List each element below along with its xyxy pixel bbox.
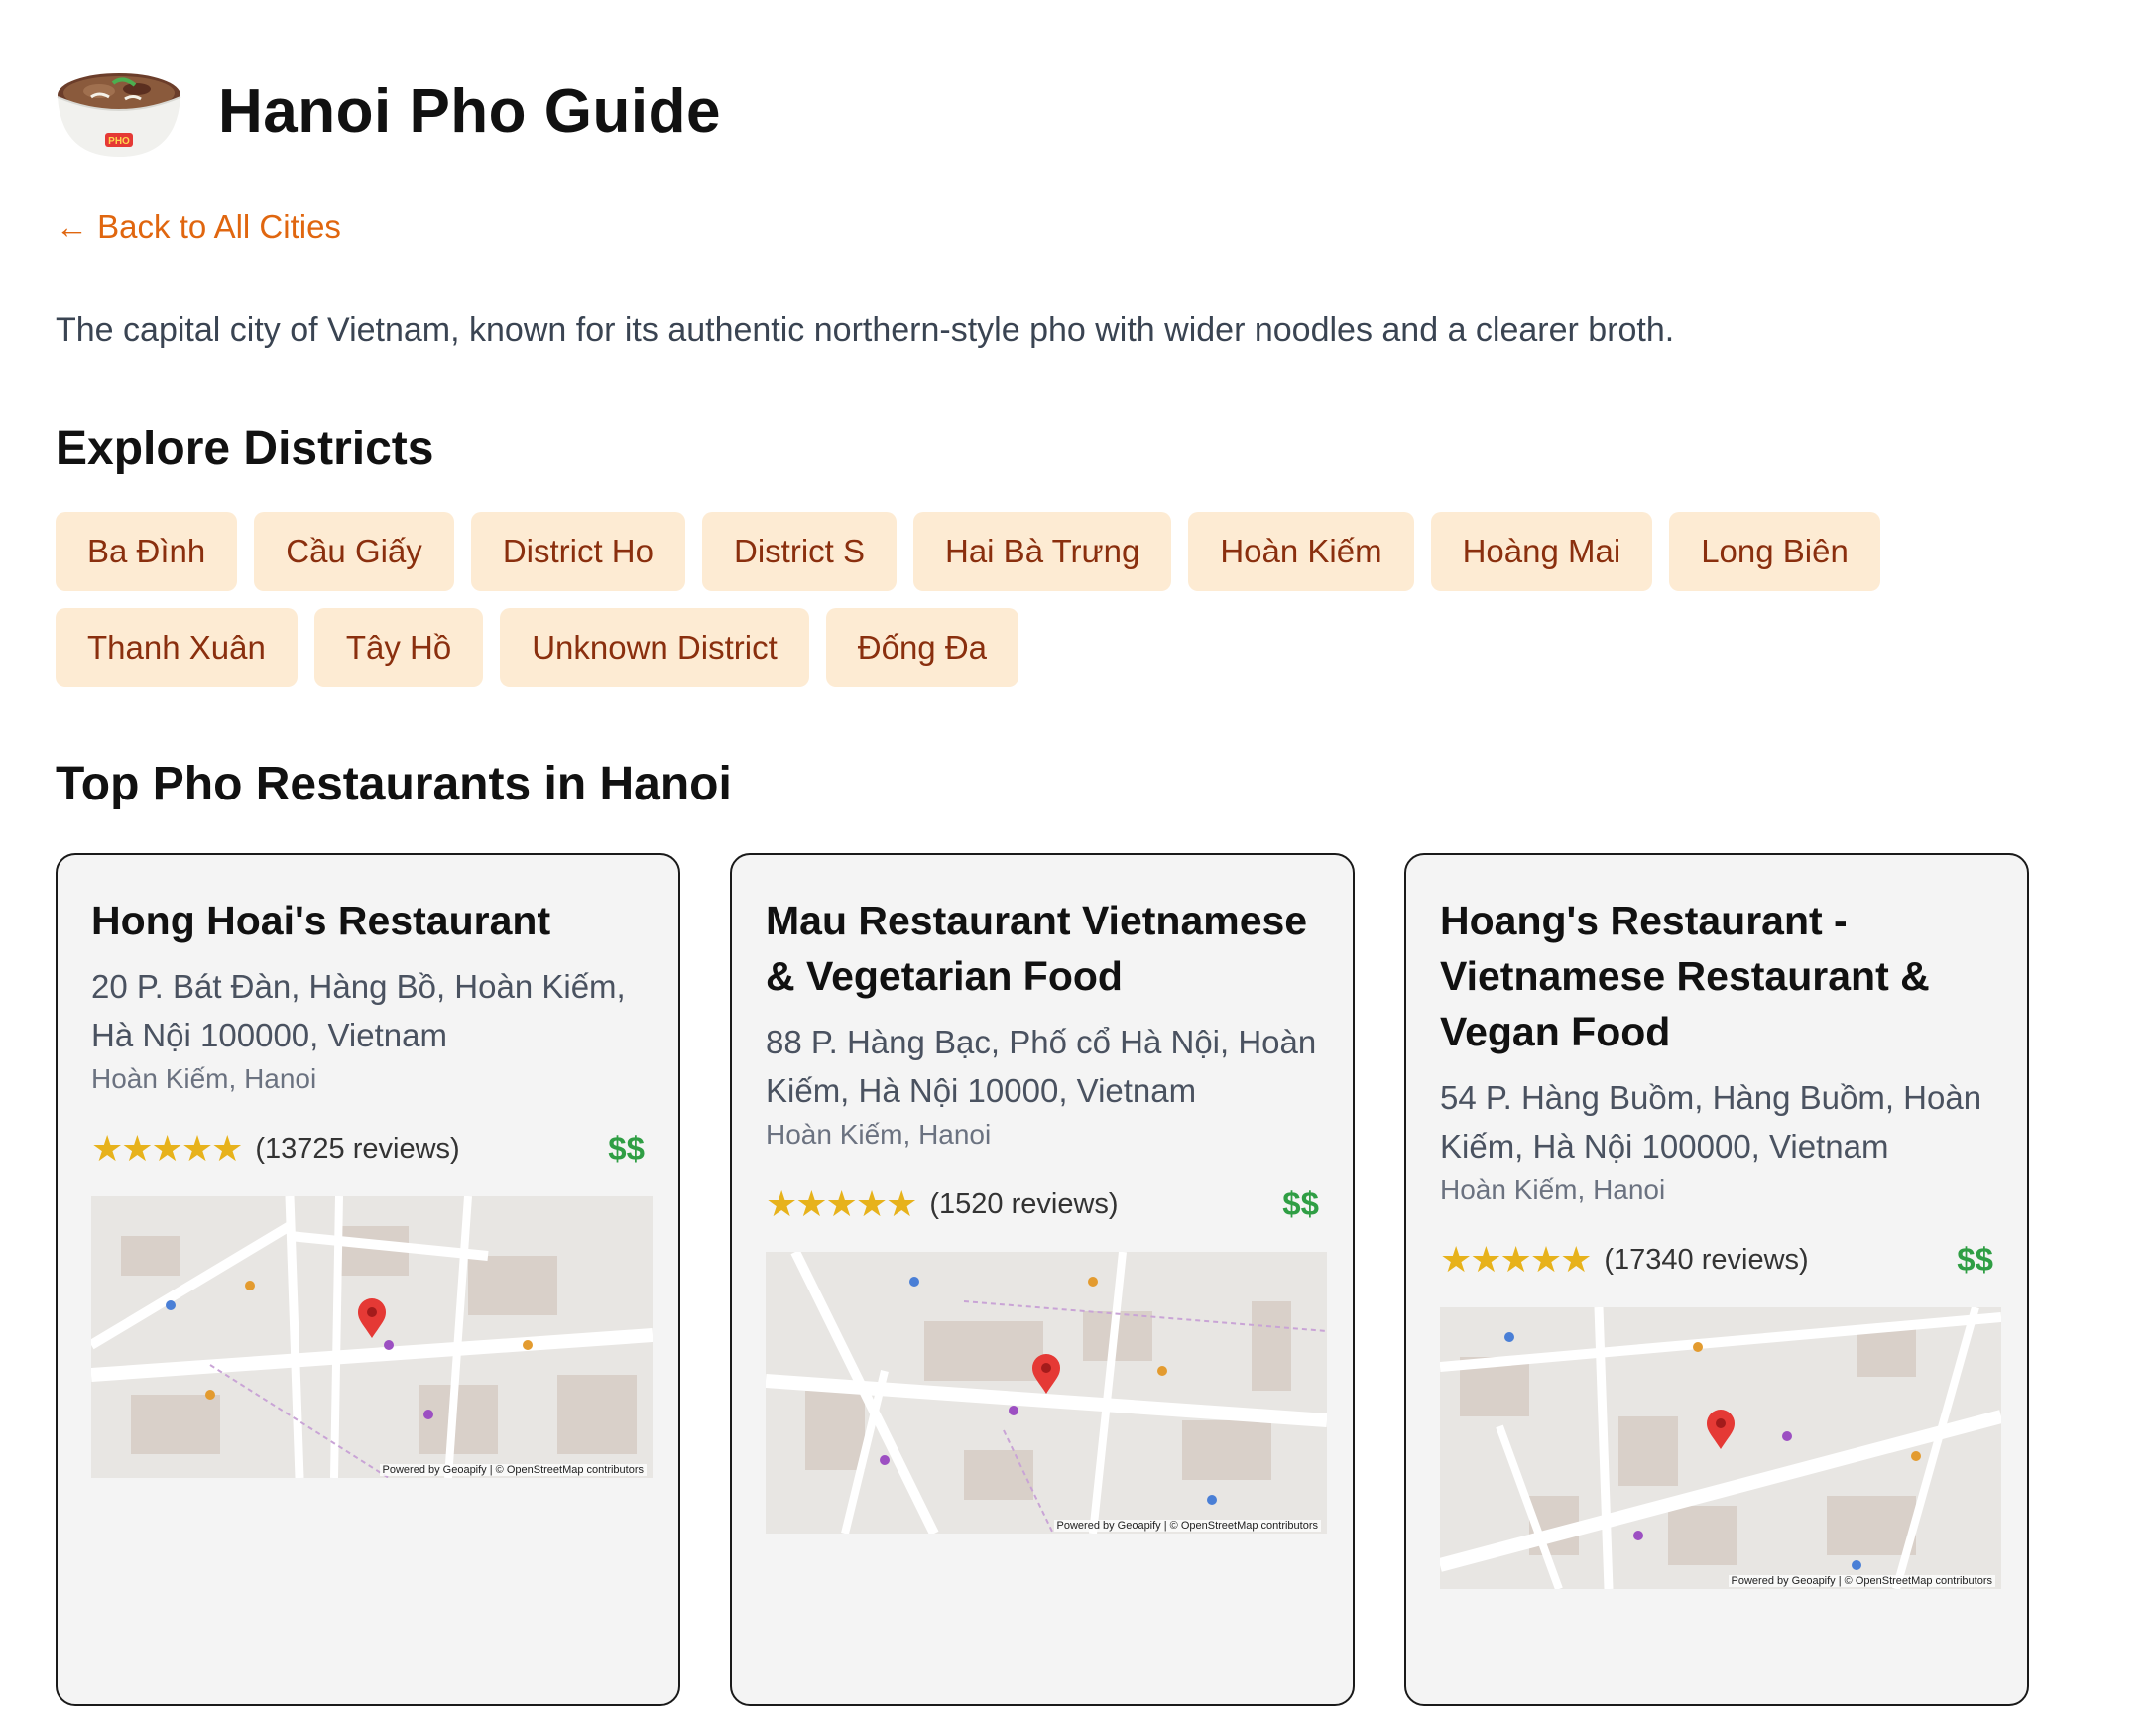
page: PHO Hanoi Pho Guide ← Back to All Cities…: [0, 61, 2156, 1706]
district-chip-tay-ho[interactable]: Tây Hồ: [313, 608, 484, 687]
restaurant-area: Hoàn Kiếm, Hanoi: [91, 1063, 317, 1094]
price-level: $$: [608, 1130, 645, 1167]
star-rating-icon: ★★★★★: [766, 1183, 917, 1224]
restaurant-meta: ★★★★★ (17340 reviews) $$: [1440, 1239, 1993, 1280]
price-level: $$: [1282, 1185, 1319, 1222]
map-attribution: Powered by Geoapify | © OpenStreetMap co…: [1053, 1520, 1321, 1532]
map-attribution: Powered by Geoapify | © OpenStreetMap co…: [1728, 1575, 1995, 1587]
back-to-cities-link[interactable]: ← Back to All Cities: [56, 208, 341, 246]
restaurant-area: Hoàn Kiếm, Hanoi: [1440, 1174, 1666, 1205]
svg-text:PHO: PHO: [108, 136, 130, 147]
review-count: (17340 reviews): [1604, 1243, 1809, 1276]
restaurant-list: Hong Hoai's Restaurant 20 P. Bát Đàn, Hà…: [56, 853, 2156, 1706]
restaurant-address: 54 P. Hàng Buồm, Hàng Buồm, Hoàn Kiếm, H…: [1440, 1079, 1982, 1165]
restaurant-meta: ★★★★★ (13725 reviews) $$: [91, 1128, 645, 1168]
restaurant-name[interactable]: Mau Restaurant Vietnamese & Vegetarian F…: [766, 893, 1319, 1004]
header: PHO Hanoi Pho Guide: [56, 61, 2156, 161]
page-title: Hanoi Pho Guide: [218, 76, 721, 146]
restaurants-heading: Top Pho Restaurants in Hanoi: [56, 758, 732, 810]
restaurant-meta: ★★★★★ (1520 reviews) $$: [766, 1183, 1319, 1224]
map-image: [91, 1196, 653, 1478]
district-chip-district-s[interactable]: District S: [702, 512, 897, 591]
district-chip-hoan-kiem[interactable]: Hoàn Kiếm: [1188, 512, 1414, 591]
district-chip-dong-da[interactable]: Đống Đa: [825, 608, 1019, 687]
district-chip-unknown[interactable]: Unknown District: [500, 608, 809, 687]
restaurant-area: Hoàn Kiếm, Hanoi: [766, 1119, 992, 1150]
map-image: [1440, 1307, 2001, 1589]
restaurant-card[interactable]: Hoang's Restaurant - Vietnamese Restaura…: [1404, 853, 2029, 1706]
price-level: $$: [1957, 1241, 1993, 1278]
map-image: [766, 1252, 1327, 1534]
pho-bowl-logo: PHO: [57, 73, 181, 157]
district-chip-hoang-mai[interactable]: Hoàng Mai: [1430, 512, 1653, 591]
map-attribution: Powered by Geoapify | © OpenStreetMap co…: [379, 1464, 647, 1476]
star-rating-icon: ★★★★★: [1440, 1239, 1592, 1280]
restaurant-map[interactable]: Powered by Geoapify | © OpenStreetMap co…: [1440, 1307, 2001, 1589]
review-count: (1520 reviews): [929, 1187, 1119, 1220]
city-description: The capital city of Vietnam, known for i…: [56, 311, 1675, 349]
restaurant-name[interactable]: Hong Hoai's Restaurant: [91, 893, 645, 948]
restaurant-map[interactable]: Powered by Geoapify | © OpenStreetMap co…: [766, 1252, 1327, 1534]
review-count: (13725 reviews): [255, 1132, 460, 1165]
districts-heading: Explore Districts: [56, 423, 434, 475]
district-chip-thanh-xuan[interactable]: Thanh Xuân: [56, 608, 298, 687]
district-list: Ba Đình Cầu Giấy District Ho District S …: [56, 512, 1940, 687]
district-chip-long-bien[interactable]: Long Biên: [1669, 512, 1880, 591]
restaurant-address: 20 P. Bát Đàn, Hàng Bồ, Hoàn Kiếm, Hà Nộ…: [91, 968, 626, 1053]
district-chip-district-ho[interactable]: District Ho: [470, 512, 685, 591]
restaurant-address: 88 P. Hàng Bạc, Phố cổ Hà Nội, Hoàn Kiếm…: [766, 1024, 1317, 1109]
star-rating-icon: ★★★★★: [91, 1128, 243, 1168]
district-chip-cau-giay[interactable]: Cầu Giấy: [254, 512, 454, 591]
district-chip-hai-ba-trung[interactable]: Hai Bà Trưng: [913, 512, 1172, 591]
restaurant-map[interactable]: Powered by Geoapify | © OpenStreetMap co…: [91, 1196, 653, 1478]
restaurant-name[interactable]: Hoang's Restaurant - Vietnamese Restaura…: [1440, 893, 1993, 1059]
district-chip-ba-dinh[interactable]: Ba Đình: [56, 512, 238, 591]
restaurant-card[interactable]: Mau Restaurant Vietnamese & Vegetarian F…: [730, 853, 1355, 1706]
restaurant-card[interactable]: Hong Hoai's Restaurant 20 P. Bát Đàn, Hà…: [56, 853, 680, 1706]
